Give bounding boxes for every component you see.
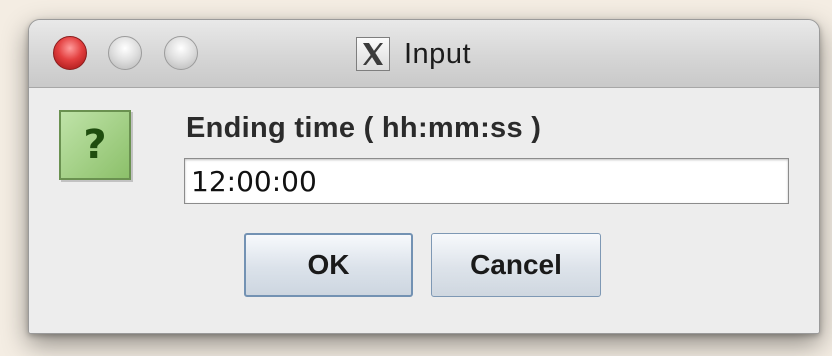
question-icon: ? — [59, 110, 131, 180]
prompt-label: Ending time ( hh:mm:ss ) — [186, 112, 542, 144]
question-mark-glyph: ? — [83, 122, 107, 168]
x11-icon-glyph — [363, 43, 383, 65]
x11-icon — [356, 37, 390, 71]
ending-time-input[interactable] — [184, 158, 789, 204]
close-window-button[interactable] — [53, 36, 87, 70]
dialog-content: ? Ending time ( hh:mm:ss ) OK Cancel — [29, 88, 819, 333]
minimize-window-button[interactable] — [108, 36, 142, 70]
cancel-button[interactable]: Cancel — [431, 233, 601, 297]
ok-button[interactable]: OK — [244, 233, 413, 297]
window-title-group: Input — [356, 36, 471, 72]
window-title: Input — [404, 37, 471, 70]
zoom-window-button[interactable] — [164, 36, 198, 70]
title-bar[interactable]: Input — [29, 20, 819, 88]
input-dialog-window: Input ? Ending time ( hh:mm:ss ) OK Canc… — [28, 19, 820, 334]
